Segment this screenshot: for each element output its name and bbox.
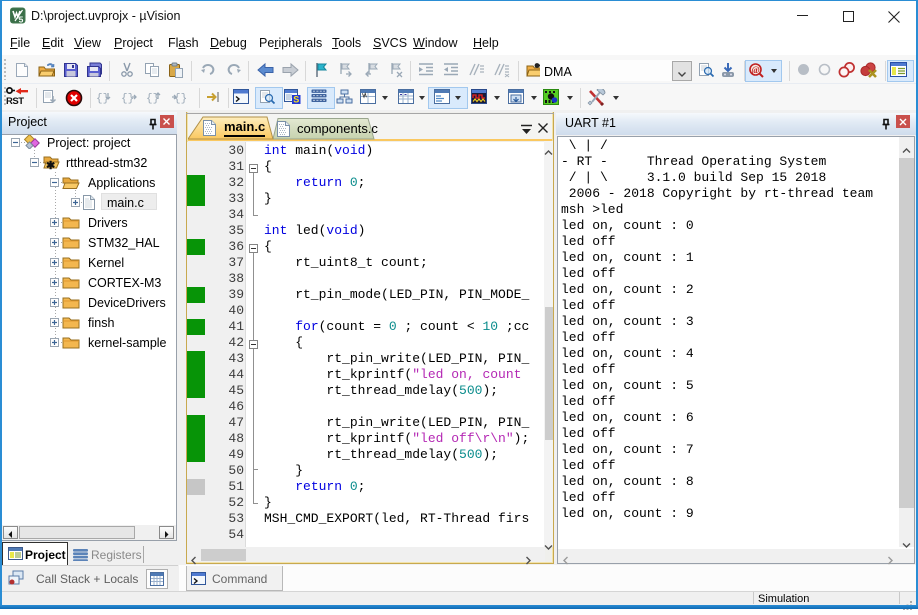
svg-text:5: 5 — [19, 15, 24, 25]
svg-text:{}: {} — [121, 93, 134, 105]
svg-text:{}: {} — [174, 93, 187, 105]
svg-text:@: @ — [751, 65, 759, 75]
svg-text:S: S — [293, 95, 299, 105]
svg-text:RST: RST — [6, 96, 24, 105]
svg-text:✱: ✱ — [46, 160, 55, 170]
svg-text:{}: {} — [146, 93, 159, 105]
